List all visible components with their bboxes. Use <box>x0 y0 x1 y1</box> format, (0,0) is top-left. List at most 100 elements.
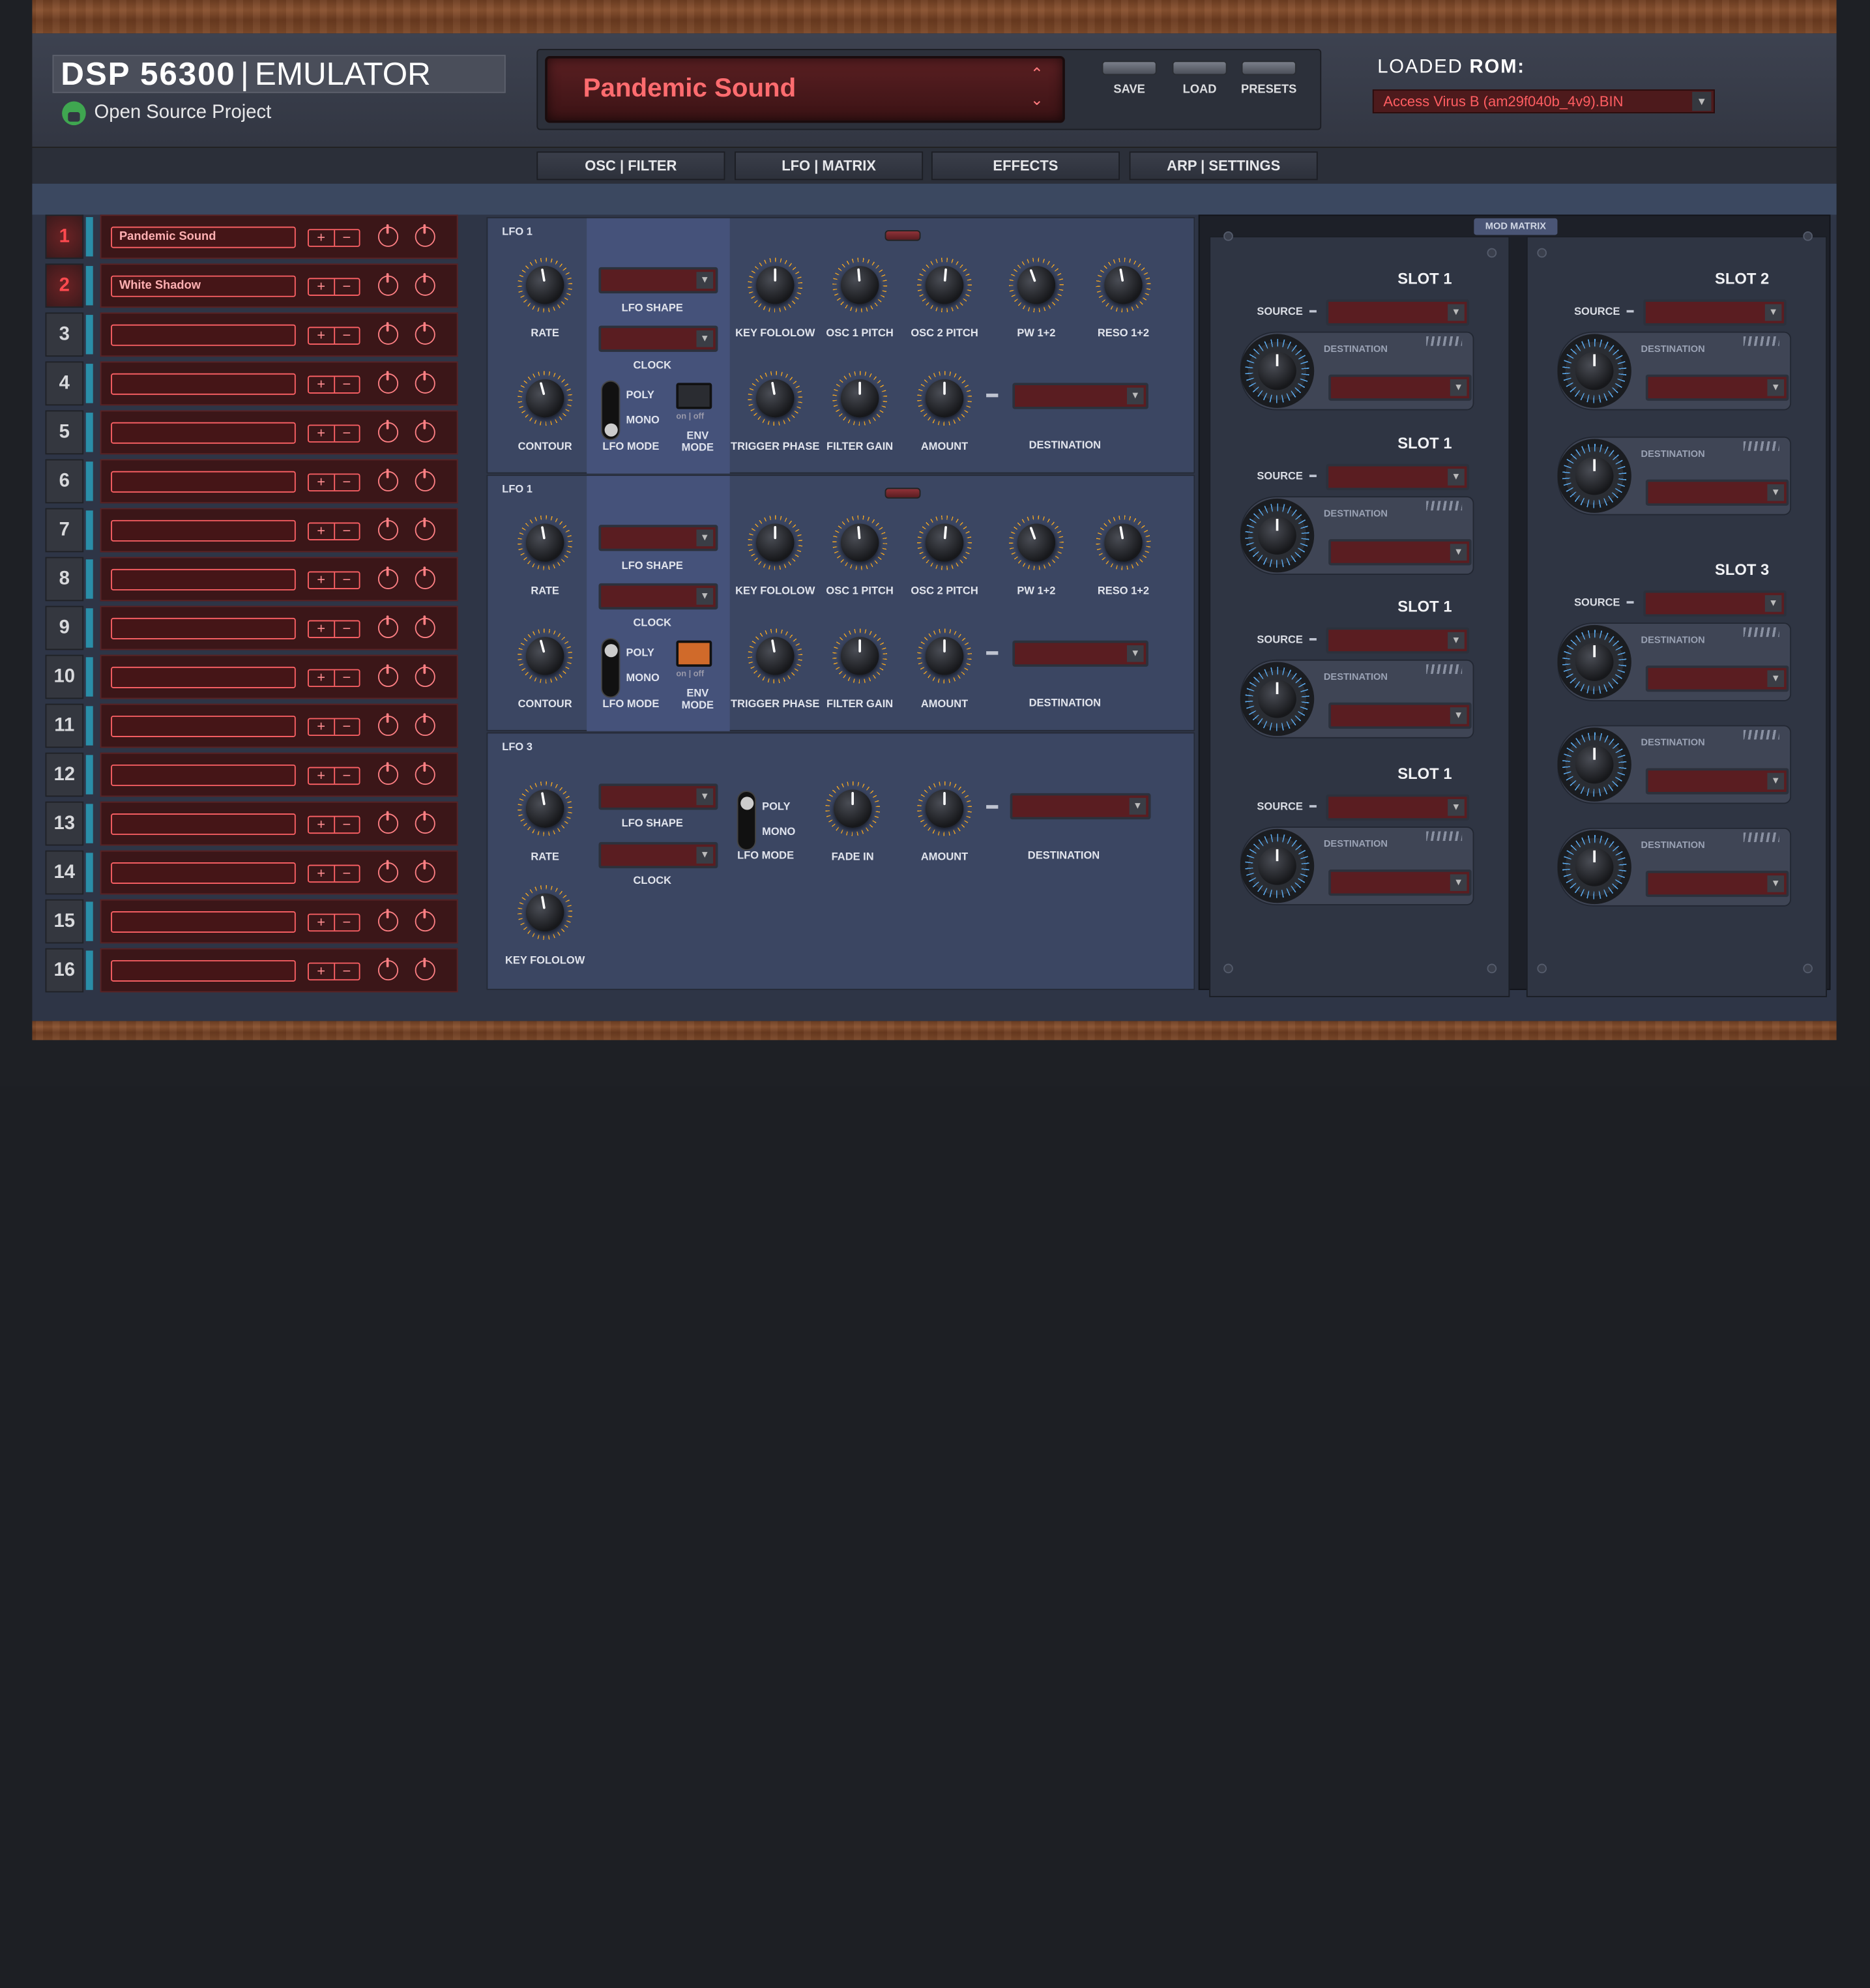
destination-select[interactable]: ▼ <box>1328 374 1472 401</box>
part-number[interactable]: 13 <box>45 801 84 846</box>
source-select[interactable]: ▼ <box>1326 794 1470 821</box>
chevron-down-icon[interactable]: ▼ <box>1450 707 1467 724</box>
part-number[interactable]: 16 <box>45 948 84 993</box>
part-number[interactable]: 8 <box>45 557 84 602</box>
trigger-phase-knob[interactable] <box>743 366 806 430</box>
power-icon[interactable] <box>415 860 435 883</box>
part-name-field[interactable] <box>111 373 296 395</box>
contour-knob[interactable] <box>512 365 579 432</box>
lfo-mode-toggle[interactable] <box>737 791 756 851</box>
power-icon[interactable] <box>377 664 399 688</box>
chevron-down-icon[interactable]: ▼ <box>1767 379 1785 396</box>
part-number[interactable]: 9 <box>45 606 84 650</box>
fade-in-knob[interactable] <box>825 782 880 836</box>
chevron-down-icon[interactable]: ▼ <box>1448 304 1465 321</box>
part-name-field[interactable] <box>111 568 296 591</box>
chevron-down-icon[interactable]: ▼ <box>1448 632 1465 649</box>
chevron-down-icon[interactable]: ▼ <box>696 272 714 289</box>
tab-arp-settings[interactable]: ARP | SETTINGS <box>1129 151 1318 181</box>
minus-button[interactable]: − <box>334 914 359 931</box>
plus-button[interactable]: + <box>309 425 335 442</box>
rate-knob[interactable] <box>513 777 576 841</box>
osc2-pitch-knob[interactable] <box>914 513 974 572</box>
minus-button[interactable]: − <box>334 327 359 344</box>
contour-knob[interactable] <box>512 622 579 690</box>
power-icon[interactable] <box>415 469 435 491</box>
source-select[interactable]: ▼ <box>1643 590 1787 617</box>
minus-button[interactable]: − <box>334 621 359 637</box>
power-icon[interactable] <box>415 273 435 296</box>
destination-select[interactable]: ▼ <box>1645 768 1789 795</box>
plus-button[interactable]: + <box>309 669 335 686</box>
plus-button[interactable]: + <box>309 719 335 735</box>
power-icon[interactable] <box>377 909 399 932</box>
power-icon[interactable] <box>377 518 399 540</box>
chevron-down-icon[interactable]: ▼ <box>1764 304 1782 321</box>
power-icon[interactable] <box>415 615 435 638</box>
link-button[interactable] <box>884 230 921 241</box>
minus-button[interactable]: − <box>334 229 359 246</box>
part-number[interactable]: 15 <box>45 899 84 944</box>
chevron-down-icon[interactable]: ▼ <box>1767 484 1785 501</box>
part-number[interactable]: 12 <box>45 752 84 797</box>
minus-button[interactable]: − <box>334 278 359 295</box>
part-number[interactable]: 1 <box>45 214 84 259</box>
chevron-down-icon[interactable]: ▼ <box>1764 595 1782 612</box>
part-name-field[interactable]: White Shadow <box>111 275 296 297</box>
link-button[interactable] <box>884 488 921 499</box>
destination-select[interactable]: ▼ <box>1645 870 1789 898</box>
power-icon[interactable] <box>377 713 399 737</box>
osc1-pitch-knob[interactable] <box>830 256 890 315</box>
tab-lfo-matrix[interactable]: LFO | MATRIX <box>735 151 924 181</box>
minus-button[interactable]: − <box>334 963 359 980</box>
power-icon[interactable] <box>377 957 399 981</box>
destination-select[interactable]: ▼ <box>1645 665 1789 692</box>
amount-knob[interactable] <box>917 628 972 683</box>
lfo-shape-select[interactable]: ▼ <box>598 267 718 294</box>
env-mode-button[interactable] <box>676 383 712 409</box>
chevron-down-icon[interactable]: ▼ <box>1448 469 1465 486</box>
part-name-field[interactable] <box>111 422 296 444</box>
chevron-down-icon[interactable]: ▼ <box>1129 798 1147 815</box>
power-icon[interactable] <box>415 957 435 981</box>
plus-button[interactable]: + <box>309 621 335 637</box>
power-icon[interactable] <box>415 322 435 345</box>
key-follow-knob[interactable] <box>748 516 802 570</box>
lfo-mode-toggle[interactable] <box>601 380 621 441</box>
part-name-field[interactable] <box>111 862 296 884</box>
chevron-down-icon[interactable]: ▼ <box>1450 874 1467 891</box>
minus-button[interactable]: − <box>334 719 359 735</box>
part-name-field[interactable] <box>111 324 296 346</box>
chevron-down-icon[interactable]: ▼ <box>1448 799 1465 816</box>
power-icon[interactable] <box>377 224 399 247</box>
env-mode-button[interactable] <box>676 640 712 667</box>
patch-up-icon[interactable]: ⌃ <box>1030 65 1044 83</box>
amount-knob[interactable] <box>917 782 972 836</box>
amount-knob[interactable] <box>1240 662 1315 737</box>
osc2-pitch-knob[interactable] <box>914 256 974 315</box>
power-icon[interactable] <box>415 224 435 247</box>
part-number[interactable]: 3 <box>45 312 84 357</box>
power-icon[interactable] <box>415 909 435 932</box>
amount-knob[interactable] <box>1240 828 1315 903</box>
destination-select[interactable]: ▼ <box>1328 702 1472 729</box>
lfo-shape-select[interactable]: ▼ <box>598 525 718 551</box>
rate-knob[interactable] <box>513 511 576 575</box>
chevron-down-icon[interactable]: ▼ <box>1126 645 1144 662</box>
rate-knob[interactable] <box>513 254 576 317</box>
destination-select[interactable]: ▼ <box>1012 383 1148 409</box>
chevron-down-icon[interactable]: ▼ <box>1450 379 1467 396</box>
minus-button[interactable]: − <box>334 572 359 588</box>
power-icon[interactable] <box>377 371 399 394</box>
amount-knob[interactable] <box>1557 624 1631 699</box>
power-icon[interactable] <box>415 371 435 394</box>
part-name-field[interactable] <box>111 813 296 835</box>
pw-knob[interactable] <box>1001 508 1072 578</box>
power-icon[interactable] <box>377 469 399 491</box>
part-number[interactable]: 5 <box>45 410 84 455</box>
osc1-pitch-knob[interactable] <box>830 513 890 572</box>
power-icon[interactable] <box>377 273 399 296</box>
power-icon[interactable] <box>377 860 399 883</box>
plus-button[interactable]: + <box>309 229 335 246</box>
plus-button[interactable]: + <box>309 963 335 980</box>
